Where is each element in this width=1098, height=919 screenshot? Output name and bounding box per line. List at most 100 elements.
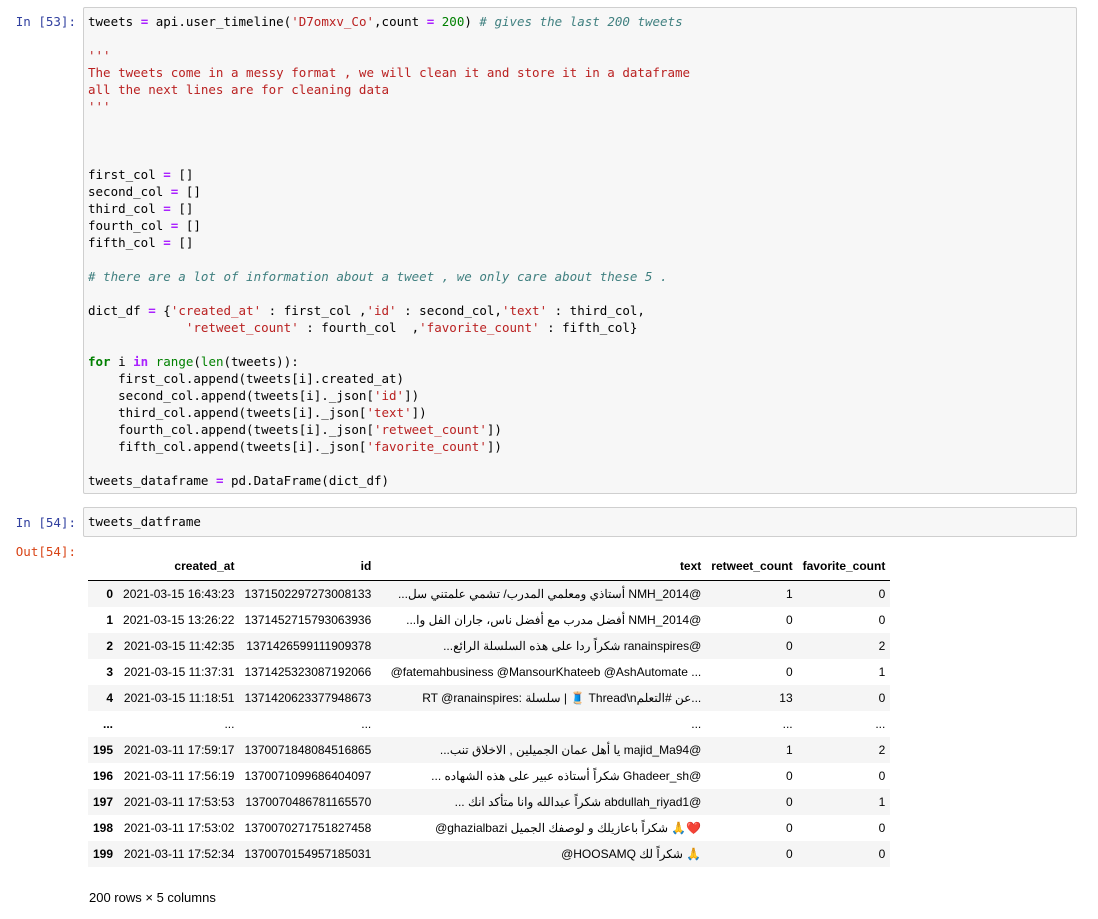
table-cell: 2 bbox=[878, 743, 886, 757]
code-token: fifth_col.append(tweets[i]._json[ bbox=[88, 439, 367, 454]
row-index: 3 bbox=[106, 665, 114, 679]
dataframe-header-row: created_at id text retweet_count favorite_co… bbox=[88, 552, 891, 581]
code-token: [] bbox=[178, 218, 201, 233]
table-cell: ... شكراً أستاذه عبير على هذه الشهاده Gh… bbox=[431, 769, 702, 783]
index-header bbox=[88, 552, 119, 581]
code-token: ]) bbox=[486, 439, 502, 454]
cell-53-code[interactable]: tweets = api.user_timeline('D7omxv_Co',c… bbox=[84, 8, 1076, 493]
code-token: tweets bbox=[88, 14, 141, 29]
code-line: fourth_col = [] bbox=[88, 218, 201, 233]
table-cell: @fatemahbusiness @MansourKhateeb @AshAut… bbox=[390, 665, 702, 679]
cell-54-input[interactable]: tweets_datframe bbox=[83, 507, 1077, 537]
table-row: 196 2021-03-11 17:56:19 137007109968640409… bbox=[88, 763, 890, 789]
code-line: first_col = [] bbox=[88, 167, 193, 182]
code-line: all the next lines are for cleaning data bbox=[88, 82, 389, 97]
table-cell: 2021-03-11 17:53:53 bbox=[123, 795, 235, 809]
table-row: 197 2021-03-11 17:53:53 137007048678116557… bbox=[88, 789, 891, 815]
table-cell: 0 bbox=[878, 821, 886, 835]
code-token: fourth_col.append(tweets[i]._json[ bbox=[88, 422, 374, 437]
code-token: third_col.append(tweets[i]._json[ bbox=[88, 405, 367, 420]
code-token: : fourth_col , bbox=[298, 320, 420, 335]
code-token: all the next lines are for cleaning data bbox=[88, 82, 390, 97]
code-token: (tweets)): bbox=[223, 354, 299, 369]
cell-53-input[interactable]: tweets = api.user_timeline('D7omxv_Co',c… bbox=[83, 7, 1077, 494]
table-cell: 2021-03-11 17:53:02 bbox=[123, 821, 235, 835]
code-token: : first_col , bbox=[261, 303, 367, 318]
table-cell: 2021-03-15 16:43:23 bbox=[123, 587, 235, 601]
code-token: ]) bbox=[411, 405, 427, 420]
table-cell: 0 bbox=[785, 613, 793, 627]
code-token: [] bbox=[170, 201, 194, 216]
code-token: ) bbox=[464, 14, 480, 29]
cell-54-prompt: In [54]: bbox=[15, 515, 76, 530]
table-cell: 1371502297273008133 bbox=[244, 587, 372, 601]
cell-54-output-prompt: Out[54]: bbox=[15, 544, 76, 559]
row-index: ... bbox=[103, 717, 114, 731]
table-cell: ... bbox=[875, 717, 886, 731]
dataframe-body: 0 2021-03-15 16:43:23 1371502297273008133.… bbox=[88, 580, 891, 867]
table-cell: ...أفضل مدرب مع أفضل ناس، جاران الفل وا … bbox=[406, 613, 702, 627]
code-token: : third_col, bbox=[547, 303, 645, 318]
table-cell: 1371452715793063936 bbox=[244, 613, 372, 627]
table-cell: ... bbox=[361, 717, 372, 731]
code-token: first_col bbox=[88, 167, 164, 182]
code-token: len bbox=[200, 354, 224, 369]
table-cell: 0 bbox=[785, 847, 793, 861]
code-token: ]) bbox=[404, 388, 420, 403]
code-line: # there are a lot of information about a… bbox=[88, 269, 667, 284]
table-cell: 0 bbox=[878, 769, 886, 783]
code-line: third_col = [] bbox=[88, 201, 193, 216]
code-line: ''' bbox=[88, 99, 111, 114]
code-token: pd.DataFrame(dict_df) bbox=[223, 473, 390, 488]
code-token: The tweets come in a messy format , we w… bbox=[88, 65, 691, 80]
column-header: id bbox=[239, 552, 377, 581]
code-token: 'id' bbox=[366, 303, 397, 318]
code-token: ( bbox=[193, 354, 201, 369]
code-token: = bbox=[163, 201, 171, 216]
table-cell: 2 bbox=[878, 639, 886, 653]
code-token: 'text' bbox=[501, 303, 548, 318]
row-index: 0 bbox=[106, 587, 114, 601]
code-token: 'id' bbox=[373, 388, 405, 403]
code-line: second_col = [] bbox=[88, 184, 201, 199]
code-line: for i in range(len(tweets)): bbox=[88, 354, 299, 369]
table-row: 195 2021-03-11 17:59:17 137007184808451686… bbox=[88, 737, 891, 763]
code-token: range bbox=[155, 354, 194, 369]
code-token: 200 bbox=[441, 14, 465, 29]
table-row: 4 2021-03-15 11:18:51 1371420623377948673 R… bbox=[88, 685, 891, 711]
row-index: 197 bbox=[93, 795, 114, 809]
table-cell: 1371425323087192066 bbox=[244, 665, 372, 679]
cell-54-code[interactable]: tweets_datframe bbox=[84, 508, 1076, 534]
cell-53-prompt: In [53]: bbox=[15, 14, 76, 29]
code-line: tweets_datframe bbox=[88, 514, 201, 529]
table-cell: 1370071099686404097 bbox=[244, 769, 372, 783]
code-line: second_col.append(tweets[i]._json['id']) bbox=[88, 388, 419, 403]
code-token: tweets_dataframe bbox=[88, 473, 216, 488]
code-token: 'favorite_count' bbox=[419, 320, 540, 335]
row-index: 196 bbox=[93, 769, 114, 783]
table-cell: 2021-03-15 11:42:35 bbox=[123, 639, 235, 653]
table-cell: 0 bbox=[878, 587, 886, 601]
table-cell: 1 bbox=[785, 743, 793, 757]
code-token: fifth_col bbox=[88, 235, 164, 250]
column-header: created_at bbox=[118, 552, 240, 581]
table-cell: ...شكراً ردا على هذه السلسلة الرائع rana… bbox=[443, 639, 702, 653]
code-token: 'text' bbox=[366, 405, 412, 420]
code-token: 'created_at' bbox=[170, 303, 262, 318]
column-header: text bbox=[376, 552, 707, 581]
row-index: 198 bbox=[93, 821, 114, 835]
table-cell: 1370071848084516865 bbox=[244, 743, 372, 757]
code-line: 'retweet_count' : fourth_col ,'favorite_… bbox=[88, 320, 638, 335]
row-index: 2 bbox=[106, 639, 114, 653]
table-cell: RT @ranainspires: سلسلة | 🧵 Thread\nعن #… bbox=[422, 691, 702, 705]
code-token: ''' bbox=[88, 99, 111, 114]
table-row: 1 2021-03-15 13:26:22 1371452715793063936.… bbox=[88, 607, 890, 633]
table-row: 0 2021-03-15 16:43:23 1371502297273008133.… bbox=[88, 580, 891, 607]
code-token: : fifth_col} bbox=[539, 320, 638, 335]
table-cell: ...أستاذي ومعلمي المدرب/ تشمي علمتني سل … bbox=[397, 587, 702, 601]
table-cell: 2021-03-11 17:56:19 bbox=[123, 769, 235, 783]
table-cell: 1 bbox=[878, 795, 886, 809]
code-line: dict_df = {'created_at' : first_col ,'id… bbox=[88, 303, 645, 318]
code-token: 'D7omxv_Co' bbox=[291, 14, 375, 29]
